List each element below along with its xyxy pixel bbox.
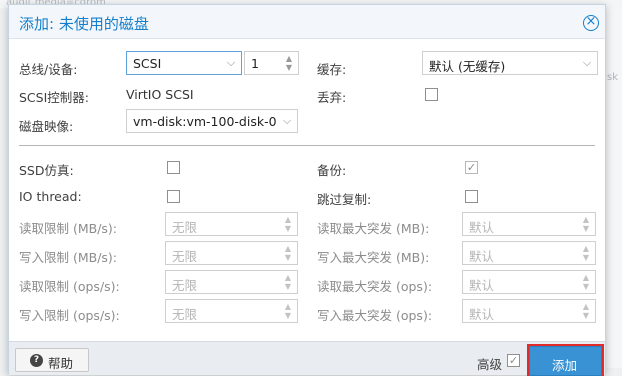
spinner-arrows-icon[interactable]: ▲ ▼: [579, 273, 593, 291]
backup-checkbox[interactable]: ✓: [465, 161, 478, 174]
ssd-emulation-label: SSD仿真:: [19, 163, 74, 178]
disk-image-value: vm-disk:vm-100-disk-0: [133, 114, 277, 129]
dialog-footer: ? 帮助 高级 ✓ 添加: [9, 341, 605, 376]
skip-replication-checkbox[interactable]: [465, 190, 478, 203]
write-limit-mbs-placeholder: 无限: [172, 249, 198, 264]
help-button[interactable]: ? 帮助: [15, 348, 89, 372]
write-burst-mb-placeholder: 默认: [469, 249, 495, 264]
bus-select-value: SCSI: [133, 56, 162, 71]
cache-select[interactable]: 默认 (无缓存) ⌵: [422, 51, 598, 75]
write-burst-ops-field[interactable]: 默认 ▲ ▼: [462, 299, 596, 323]
read-burst-ops-label: 读取最大突发 (ops):: [317, 279, 433, 294]
background-edge-panel: sk: [604, 8, 622, 368]
write-burst-mb-field[interactable]: 默认 ▲ ▼: [462, 241, 596, 265]
discard-label: 丢弃:: [317, 90, 347, 105]
read-burst-ops-field[interactable]: 默认 ▲ ▼: [462, 270, 596, 294]
read-burst-ops-placeholder: 默认: [469, 278, 495, 293]
spin-up-icon[interactable]: ▲: [284, 54, 294, 63]
cache-label: 缓存:: [317, 62, 347, 77]
write-limit-mbs-field[interactable]: 无限 ▲ ▼: [165, 241, 298, 265]
spin-down-icon[interactable]: ▼: [284, 63, 294, 72]
read-burst-mb-field[interactable]: 默认 ▲ ▼: [462, 212, 596, 236]
spinner-arrows-icon[interactable]: ▲ ▼: [281, 244, 295, 262]
device-number-spinner[interactable]: 1 ▲ ▼: [244, 51, 299, 75]
add-button[interactable]: 添加: [527, 344, 604, 376]
discard-checkbox[interactable]: [425, 88, 438, 101]
read-limit-ops-placeholder: 无限: [172, 278, 198, 293]
write-limit-ops-placeholder: 无限: [172, 307, 198, 322]
spinner-arrows-icon[interactable]: ▲ ▼: [281, 273, 295, 291]
close-icon[interactable]: ×: [583, 15, 599, 31]
device-number-value: 1: [251, 56, 259, 71]
question-circle-icon: ?: [30, 354, 43, 367]
scsi-controller-value: VirtIO SCSI: [126, 87, 194, 102]
spinner-arrows-icon[interactable]: ▲ ▼: [579, 302, 593, 320]
spinner-arrows-icon[interactable]: ▲ ▼: [579, 215, 593, 233]
read-limit-ops-label: 读取限制 (ops/s):: [19, 279, 120, 294]
write-burst-ops-label: 写入最大突发 (ops):: [317, 308, 433, 323]
disk-image-label: 磁盘映像:: [19, 119, 74, 134]
read-limit-mbs-label: 读取限制 (MB/s):: [19, 221, 118, 236]
read-burst-mb-placeholder: 默认: [469, 220, 495, 235]
cache-select-value: 默认 (无缓存): [429, 59, 506, 74]
write-limit-mbs-label: 写入限制 (MB/s):: [19, 250, 118, 265]
dialog-titlebar: 添加: 未使用的磁盘 ×: [9, 5, 605, 39]
backup-label: 备份:: [317, 163, 347, 178]
bus-device-label: 总线/设备:: [19, 62, 78, 77]
advanced-divider: [19, 145, 595, 146]
write-limit-ops-field[interactable]: 无限 ▲ ▼: [165, 299, 298, 323]
advanced-label: 高级: [477, 357, 503, 372]
dialog-title: 添加: 未使用的磁盘: [19, 15, 149, 33]
disk-image-select[interactable]: vm-disk:vm-100-disk-0 ⌵: [126, 109, 298, 133]
skip-replication-label: 跳过复制:: [317, 192, 372, 207]
background-side-text: sk: [607, 72, 619, 83]
spinner-arrows-icon[interactable]: ▲ ▼: [579, 244, 593, 262]
advanced-checkbox[interactable]: ✓: [507, 354, 520, 367]
scsi-controller-label: SCSI控制器:: [19, 90, 89, 105]
read-burst-mb-label: 读取最大突发 (MB):: [317, 221, 430, 236]
chevron-down-icon[interactable]: ⌵: [277, 110, 297, 132]
write-burst-ops-placeholder: 默认: [469, 307, 495, 322]
write-limit-ops-label: 写入限制 (ops/s):: [19, 308, 120, 323]
read-limit-mbs-placeholder: 无限: [172, 220, 198, 235]
bus-select[interactable]: SCSI ⌵: [126, 51, 242, 75]
io-thread-label: IO thread:: [19, 189, 82, 204]
read-limit-ops-field[interactable]: 无限 ▲ ▼: [165, 270, 298, 294]
write-burst-mb-label: 写入最大突发 (MB):: [317, 250, 430, 265]
add-disk-dialog: 添加: 未使用的磁盘 × 总线/设备: SCSI ⌵ 1 ▲ ▼ 缓存: 默认 …: [8, 4, 606, 376]
help-button-label: 帮助: [48, 356, 74, 371]
ssd-emulation-checkbox[interactable]: [167, 161, 180, 174]
add-button-label: 添加: [552, 358, 578, 373]
spinner-arrows-icon[interactable]: ▲ ▼: [281, 215, 295, 233]
spinner-arrows-icon[interactable]: ▲ ▼: [281, 302, 295, 320]
io-thread-checkbox[interactable]: [167, 190, 180, 203]
read-limit-mbs-field[interactable]: 无限 ▲ ▼: [165, 212, 298, 236]
chevron-down-icon[interactable]: ⌵: [221, 52, 241, 74]
spinner-arrows-icon[interactable]: ▲ ▼: [282, 54, 296, 72]
chevron-down-icon[interactable]: ⌵: [577, 52, 597, 74]
